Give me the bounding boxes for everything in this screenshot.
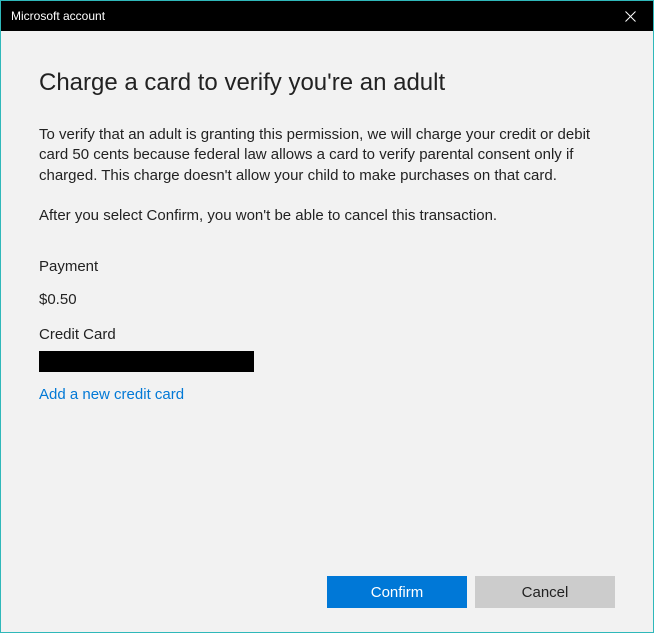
close-button[interactable] — [608, 1, 653, 31]
button-row: Confirm Cancel — [327, 576, 615, 608]
payment-amount: $0.50 — [39, 291, 615, 308]
confirm-button[interactable]: Confirm — [327, 576, 467, 608]
titlebar: Microsoft account — [1, 1, 653, 31]
credit-card-label: Credit Card — [39, 326, 615, 343]
dialog-window: Microsoft account Charge a card to verif… — [0, 0, 654, 633]
page-title: Charge a card to verify you're an adult — [39, 69, 615, 97]
cancel-button[interactable]: Cancel — [475, 576, 615, 608]
add-new-card-link[interactable]: Add a new credit card — [39, 386, 615, 403]
credit-card-number: ████████████████ — [39, 351, 254, 372]
window-title: Microsoft account — [11, 9, 105, 23]
dialog-content: Charge a card to verify you're an adult … — [1, 31, 653, 632]
close-icon — [625, 11, 636, 22]
payment-label: Payment — [39, 258, 615, 275]
instruction-text: After you select Confirm, you won't be a… — [39, 206, 615, 226]
description-text: To verify that an adult is granting this… — [39, 125, 615, 186]
